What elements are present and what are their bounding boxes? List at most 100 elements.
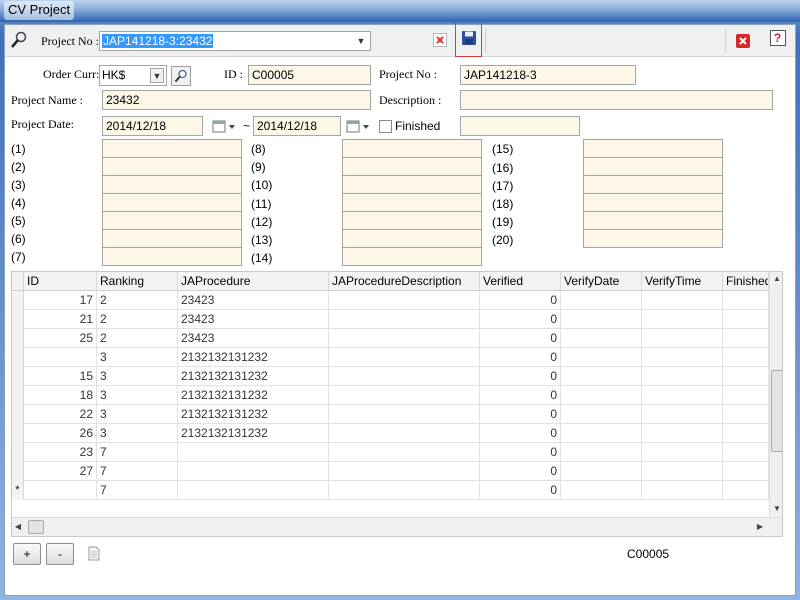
cell-id[interactable]: 17 — [24, 291, 97, 310]
grid-header-finished[interactable]: Finished — [723, 272, 769, 291]
cell-ranking[interactable]: 3 — [97, 424, 178, 443]
cell-verifydate[interactable] — [561, 424, 642, 443]
row-indicator[interactable] — [12, 424, 24, 443]
cell-finished[interactable] — [723, 481, 769, 500]
cell-verifydate[interactable] — [561, 367, 642, 386]
cell-procedure[interactable]: 23423 — [178, 291, 329, 310]
cell-ranking[interactable]: 7 — [97, 443, 178, 462]
cell-ranking[interactable]: 3 — [97, 405, 178, 424]
extra-field[interactable] — [460, 116, 580, 136]
cell-procedure[interactable]: 2132132131232 — [178, 424, 329, 443]
cell-ranking[interactable]: 7 — [97, 462, 178, 481]
slot-field-18[interactable] — [583, 193, 723, 212]
cell-verified[interactable]: 0 — [480, 329, 561, 348]
cell-id[interactable]: 25 — [24, 329, 97, 348]
slot-field-3[interactable] — [102, 175, 242, 194]
cell-id[interactable] — [24, 481, 97, 500]
row-indicator[interactable] — [12, 291, 24, 310]
cell-id[interactable]: 22 — [24, 405, 97, 424]
cell-verifytime[interactable] — [642, 481, 723, 500]
date-from-field[interactable]: 2014/12/18 — [102, 116, 203, 136]
cell-verified[interactable]: 0 — [480, 386, 561, 405]
slot-field-10[interactable] — [342, 175, 482, 194]
cell-finished[interactable] — [723, 424, 769, 443]
cell-description[interactable] — [329, 443, 480, 462]
project-no-combobox[interactable]: JAP141218-3:23432 ▼ — [99, 31, 371, 51]
table-row[interactable]: 25 2 23423 0 — [12, 329, 769, 348]
grid-header-verifytime[interactable]: VerifyTime — [642, 272, 723, 291]
cell-finished[interactable] — [723, 291, 769, 310]
table-row[interactable]: 17 2 23423 0 — [12, 291, 769, 310]
cell-description[interactable] — [329, 310, 480, 329]
cell-verifytime[interactable] — [642, 386, 723, 405]
cell-description[interactable] — [329, 291, 480, 310]
cell-ranking[interactable]: 3 — [97, 386, 178, 405]
date-to-field[interactable]: 2014/12/18 — [253, 116, 341, 136]
add-row-button[interactable]: + — [13, 543, 41, 565]
cell-procedure[interactable] — [178, 462, 329, 481]
order-curr-select[interactable]: HK$ ▼ — [99, 65, 167, 86]
id-field[interactable]: C00005 — [248, 65, 371, 85]
cell-verified[interactable]: 0 — [480, 367, 561, 386]
cell-verified[interactable]: 0 — [480, 405, 561, 424]
scroll-down-arrow[interactable]: ▼ — [770, 502, 782, 516]
cell-finished[interactable] — [723, 348, 769, 367]
exit-button[interactable] — [735, 33, 751, 49]
cell-verified[interactable]: 0 — [480, 348, 561, 367]
slot-field-1[interactable] — [102, 139, 242, 158]
cell-finished[interactable] — [723, 443, 769, 462]
row-indicator[interactable] — [12, 386, 24, 405]
project-name-field[interactable]: 23432 — [102, 90, 371, 110]
scroll-left-arrow[interactable]: ◀ — [12, 520, 24, 534]
slot-field-12[interactable] — [342, 211, 482, 230]
cell-verified[interactable]: 0 — [480, 291, 561, 310]
cell-description[interactable] — [329, 348, 480, 367]
cell-verified[interactable]: 0 — [480, 481, 561, 500]
cell-verified[interactable]: 0 — [480, 424, 561, 443]
date-from-picker[interactable] — [211, 118, 239, 135]
cell-verifydate[interactable] — [561, 481, 642, 500]
cell-finished[interactable] — [723, 386, 769, 405]
grid-header-verified[interactable]: Verified — [480, 272, 561, 291]
slot-field-13[interactable] — [342, 229, 482, 248]
grid-horizontal-scrollbar[interactable]: ◀ ▶ — [12, 517, 782, 536]
slot-field-11[interactable] — [342, 193, 482, 212]
slot-field-15[interactable] — [583, 139, 723, 158]
slot-field-14[interactable] — [342, 247, 482, 266]
cell-verifytime[interactable] — [642, 329, 723, 348]
cell-verifytime[interactable] — [642, 310, 723, 329]
grid-header-japrocedure[interactable]: JAProcedure — [178, 272, 329, 291]
cell-description[interactable] — [329, 405, 480, 424]
cell-ranking[interactable]: 3 — [97, 348, 178, 367]
cell-verifydate[interactable] — [561, 462, 642, 481]
row-indicator[interactable] — [12, 443, 24, 462]
slot-field-16[interactable] — [583, 157, 723, 176]
slot-field-7[interactable] — [102, 247, 242, 266]
chevron-down-icon[interactable]: ▼ — [354, 35, 368, 47]
cell-description[interactable] — [329, 329, 480, 348]
clear-icon[interactable] — [433, 33, 447, 47]
cell-verifytime[interactable] — [642, 405, 723, 424]
document-icon[interactable] — [87, 545, 101, 562]
project-no-field[interactable]: JAP141218-3 — [460, 65, 636, 85]
chevron-down-icon[interactable]: ▼ — [150, 68, 164, 83]
date-to-picker[interactable] — [345, 118, 373, 135]
cell-description[interactable] — [329, 462, 480, 481]
cell-id[interactable]: 18 — [24, 386, 97, 405]
cell-verified[interactable]: 0 — [480, 443, 561, 462]
cell-id[interactable]: 26 — [24, 424, 97, 443]
row-indicator[interactable] — [12, 329, 24, 348]
cell-procedure[interactable]: 23423 — [178, 329, 329, 348]
cell-verifydate[interactable] — [561, 405, 642, 424]
slot-field-20[interactable] — [583, 229, 723, 248]
cell-procedure[interactable] — [178, 481, 329, 500]
table-row[interactable]: 22 3 2132132131232 0 — [12, 405, 769, 424]
grid-header-japroceduredescription[interactable]: JAProcedureDescription — [329, 272, 480, 291]
slot-field-19[interactable] — [583, 211, 723, 230]
cell-verified[interactable]: 0 — [480, 462, 561, 481]
cell-ranking[interactable]: 7 — [97, 481, 178, 500]
scroll-thumb[interactable] — [771, 370, 782, 452]
cell-verifydate[interactable] — [561, 291, 642, 310]
cell-description[interactable] — [329, 424, 480, 443]
cell-description[interactable] — [329, 367, 480, 386]
